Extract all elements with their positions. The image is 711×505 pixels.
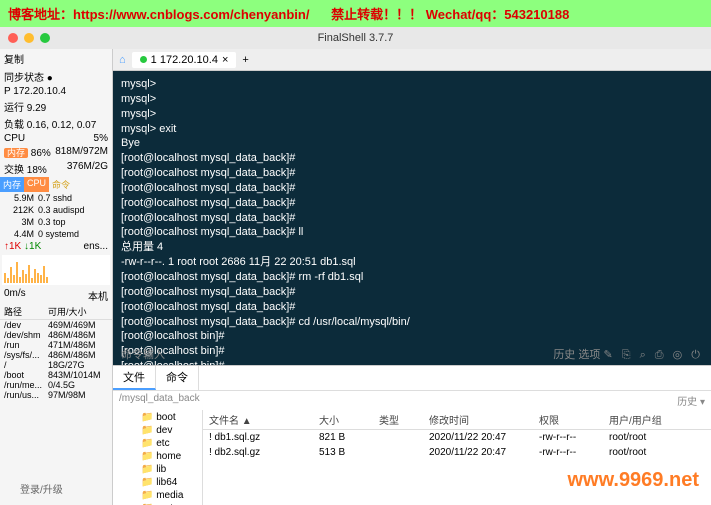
home-icon[interactable]: ⌂ (119, 54, 126, 66)
disk-row: 0m/s本机 (0, 287, 112, 304)
file-row[interactable]: ! db2.sql.gz513 B2020/11/22 20:47-rw-r--… (203, 445, 711, 460)
fs-table: 路径可用/大小 /dev469M/469M/dev/shm486M/486M/r… (0, 304, 112, 400)
close-tab-icon[interactable]: × (222, 54, 228, 66)
watermark-banner: 博客地址：https://www.cnblogs.com/chenyanbin/… (0, 0, 711, 27)
fs-row: /dev469M/469M (0, 320, 112, 330)
terminal-footer: 命令输入 历史 选项 ✎ ⎘ ⌕ ⎙ ◎ ⏻ (121, 348, 703, 363)
tab-cpu[interactable]: CPU (24, 177, 49, 192)
login-link[interactable]: 登录/升级 (20, 481, 63, 496)
terminal-line: Bye (121, 136, 703, 151)
input-hint: 命令输入 (121, 348, 165, 363)
copy-label[interactable]: 复制 (0, 49, 112, 68)
terminal-line: [root@localhost mysql_data_back]# ll (121, 225, 703, 240)
tree-item[interactable]: 📁 home (127, 450, 198, 463)
add-tab-icon[interactable]: + (242, 54, 248, 66)
file-row[interactable]: ! db1.sql.gz821 B2020/11/22 20:47-rw-r--… (203, 430, 711, 445)
terminal-line: [root@localhost mysql_data_back]# (121, 211, 703, 226)
history-link[interactable]: 历史 (553, 349, 575, 361)
terminal-line: [root@localhost mysql_data_back]# (121, 300, 703, 315)
fs-row: /18G/27G (0, 360, 112, 370)
tree-item[interactable]: 📁 dev (127, 424, 198, 437)
toolbar-icons[interactable]: ✎ ⎘ ⌕ ⎙ ◎ ⏻ (603, 349, 703, 361)
uptime: 运行 9.29 (0, 98, 112, 115)
tab-cmd[interactable]: 命令 (49, 177, 73, 192)
terminal-line: mysql> (121, 92, 703, 107)
resource-tabs[interactable]: 内存 CPU 命令 (0, 177, 112, 192)
terminal-line: [root@localhost mysql_data_back]# rm -rf… (121, 270, 703, 285)
fs-row: /run471M/486M (0, 340, 112, 350)
minimize-icon[interactable] (24, 33, 34, 43)
process-row: 212K0.3 audispd (0, 204, 112, 216)
terminal-line: [root@localhost mysql_data_back]# (121, 285, 703, 300)
terminal-line: [root@localhost mysql_data_back]# (121, 181, 703, 196)
net-row: ↑1K ↓1K ens... (0, 240, 112, 253)
terminal-line: [root@localhost mysql_data_back]# (121, 196, 703, 211)
terminal-line: mysql> exit (121, 122, 703, 137)
process-row: 5.9M0.7 sshd (0, 192, 112, 204)
tab-files[interactable]: 文件 (113, 366, 156, 390)
fs-row: /sys/fs/...486M/486M (0, 350, 112, 360)
tree-item[interactable]: 📁 lib (127, 463, 198, 476)
window-title: FinalShell 3.7.7 (318, 32, 394, 44)
tree-item[interactable]: 📁 boot (127, 411, 198, 424)
terminal-line: mysql> (121, 77, 703, 92)
history-dropdown[interactable]: 历史 ▾ (677, 393, 705, 408)
tree-item[interactable]: 📁 media (127, 489, 198, 502)
tab-memory[interactable]: 内存 (0, 177, 24, 192)
sync-status: 同步状态 ● (0, 68, 112, 85)
fs-row: /boot843M/1014M (0, 370, 112, 380)
traffic-lights[interactable] (8, 33, 50, 43)
terminal-line: [root@localhost mysql_data_back]# cd /us… (121, 315, 703, 330)
session-tab[interactable]: 1 172.20.10.4 × (132, 52, 237, 68)
sparkline-chart (2, 255, 110, 285)
status-dot-icon (140, 56, 147, 63)
swap-row: 交换 18%376M/2G (0, 160, 112, 177)
terminal-line: -rw-r--r--. 1 root root 2686 11月 22 20:5… (121, 255, 703, 270)
watermark-text: www.9969.net (567, 469, 699, 492)
terminal-line: [root@localhost bin]# (121, 329, 703, 344)
file-list-header[interactable]: 文件名 ▲ 大小 类型 修改时间 权限 用户/用户组 (203, 410, 711, 430)
options-link[interactable]: 选项 (578, 349, 600, 361)
load-avg: 负载 0.16, 0.12, 0.07 (0, 115, 112, 132)
process-row: 4.4M0 systemd (0, 228, 112, 240)
tree-item[interactable]: 📁 lib64 (127, 476, 198, 489)
tab-commands[interactable]: 命令 (156, 366, 199, 390)
terminal[interactable]: mysql>mysql>mysql>mysql> exitBye[root@lo… (113, 71, 711, 365)
tree-item[interactable]: 📁 etc (127, 437, 198, 450)
sidebar: 复制 同步状态 ● P 172.20.10.4 运行 9.29 负载 0.16,… (0, 49, 113, 505)
ip-address: P 172.20.10.4 (0, 85, 112, 98)
close-icon[interactable] (8, 33, 18, 43)
session-tabs: ⌂ 1 172.20.10.4 × + (113, 49, 711, 71)
fs-row: /dev/shm486M/486M (0, 330, 112, 340)
mem-row: 内存 86%818M/972M (0, 145, 112, 160)
terminal-line: mysql> (121, 107, 703, 122)
process-row: 3M0.3 top (0, 216, 112, 228)
terminal-line: [root@localhost mysql_data_back]# (121, 166, 703, 181)
fs-row: /run/me...0/4.5G (0, 380, 112, 390)
maximize-icon[interactable] (40, 33, 50, 43)
cpu-row: CPU5% (0, 132, 112, 145)
window-titlebar: FinalShell 3.7.7 (0, 27, 711, 49)
terminal-line: [root@localhost mysql_data_back]# (121, 151, 703, 166)
terminal-line: 总用量 4 (121, 240, 703, 255)
folder-tree[interactable]: 📁 boot📁 dev📁 etc📁 home📁 lib📁 lib64📁 medi… (113, 410, 203, 505)
path-breadcrumb[interactable]: /mysql_data_back (119, 393, 200, 408)
fs-row: /run/us...97M/98M (0, 390, 112, 400)
